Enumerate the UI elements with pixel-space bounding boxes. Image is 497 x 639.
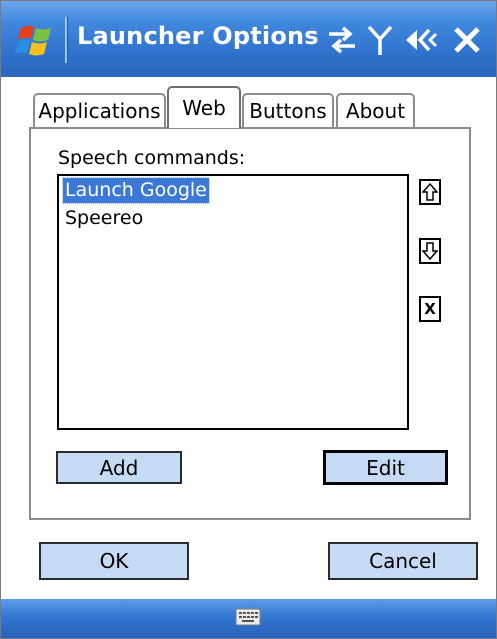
connectivity-icon[interactable]	[325, 21, 359, 59]
ok-button[interactable]: OK	[39, 542, 189, 580]
list-item-speereo[interactable]: Speereo	[63, 206, 145, 231]
list-item-launch-google[interactable]: Launch Google	[62, 177, 210, 204]
move-up-button[interactable]	[419, 179, 441, 205]
delete-button[interactable]: X	[419, 296, 441, 322]
title-bar: Launcher Options	[1, 1, 496, 77]
volume-muted-icon[interactable]	[403, 21, 439, 59]
signal-antenna-icon[interactable]	[365, 21, 395, 59]
window-title: Launcher Options	[77, 22, 319, 50]
keyboard-icon[interactable]	[235, 607, 261, 627]
edit-button[interactable]: Edit	[323, 450, 448, 485]
speech-commands-list[interactable]: Launch Google Speereo	[57, 174, 409, 430]
speech-commands-label: Speech commands:	[58, 147, 246, 169]
windows-start-icon[interactable]	[15, 20, 57, 62]
close-icon[interactable]	[448, 21, 486, 59]
cancel-button[interactable]: Cancel	[328, 542, 478, 580]
tab-buttons[interactable]: Buttons	[242, 93, 334, 127]
tab-applications[interactable]: Applications	[33, 93, 166, 127]
bottom-menu-bar	[1, 599, 496, 638]
tab-web[interactable]: Web	[167, 86, 241, 128]
arrow-up-icon	[422, 182, 438, 201]
app-window: Launcher Options Applications Web Button…	[0, 0, 497, 639]
title-divider	[65, 17, 68, 63]
arrow-down-icon	[422, 242, 438, 261]
add-button[interactable]: Add	[56, 451, 182, 484]
tab-about[interactable]: About	[336, 93, 415, 127]
move-down-button[interactable]	[419, 238, 441, 264]
